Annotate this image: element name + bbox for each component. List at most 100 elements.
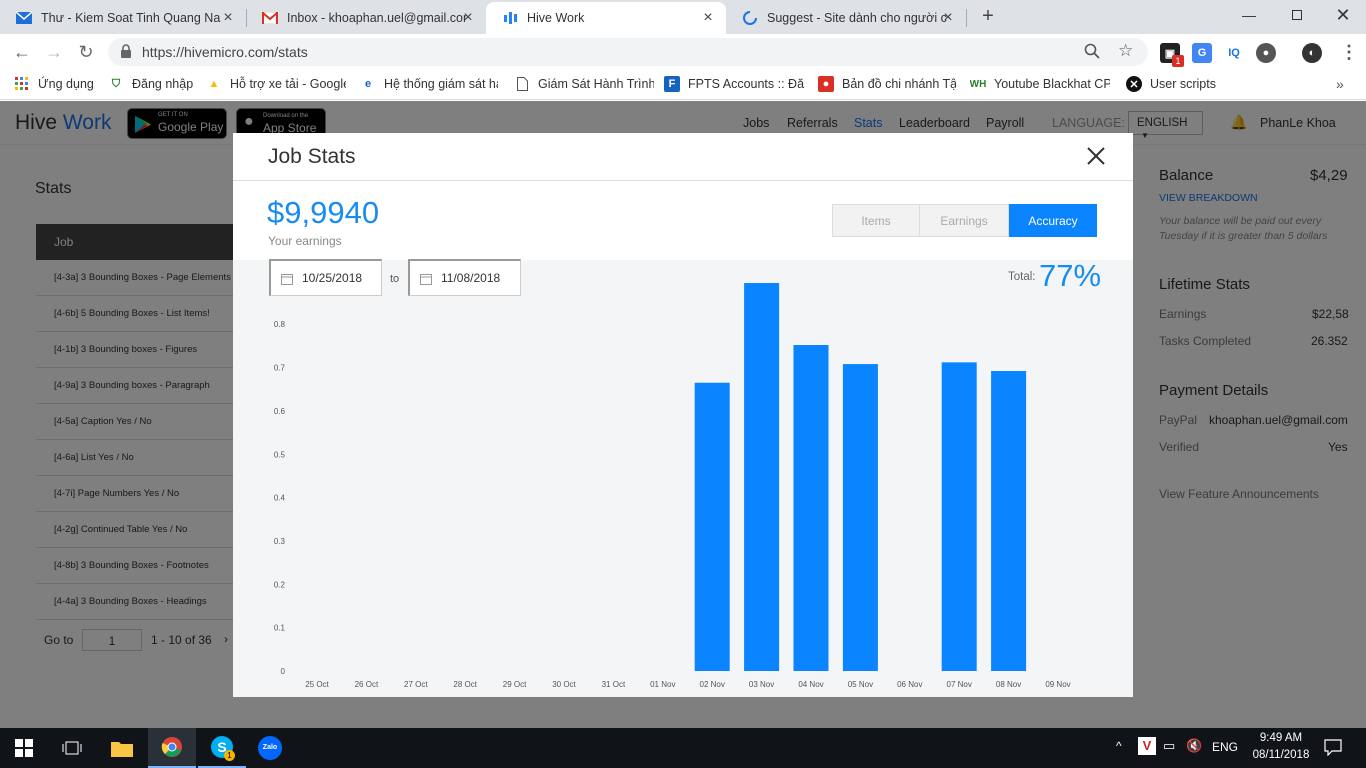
bookmark-label: User scripts [1150, 77, 1216, 91]
new-tab-button[interactable]: + [978, 6, 998, 26]
vivaldi-tray-icon[interactable]: V [1138, 737, 1156, 755]
modal-title: Job Stats [268, 145, 356, 168]
profile-avatar[interactable]: ◐ [1302, 43, 1322, 63]
close-tab-icon[interactable]: × [220, 10, 236, 26]
reload-button[interactable]: ↻ [74, 40, 98, 64]
bookmark-label: Ứng dụng [38, 77, 94, 91]
volume-muted-icon[interactable]: 🔇 [1186, 738, 1202, 754]
iq-extension-icon[interactable]: IQ [1224, 43, 1244, 63]
x-tick-label: 26 Oct [355, 680, 379, 689]
bookmark-he-thong[interactable]: e Hệ thống giám sát hà [360, 76, 498, 92]
gmail-icon [262, 10, 278, 26]
clock-time[interactable]: 9:49 AM [1251, 732, 1311, 744]
translate-icon[interactable]: G [1192, 43, 1212, 63]
start-button[interactable] [0, 728, 48, 768]
apps-grid-icon [14, 76, 30, 92]
minimize-button[interactable]: — [1226, 0, 1272, 30]
e-icon: e [364, 78, 372, 90]
task-view-icon[interactable] [50, 728, 94, 768]
bookmark-apps[interactable]: Ứng dụng [14, 76, 104, 92]
bookmark-label: Giám Sát Hành Trình [538, 77, 654, 91]
bookmark-label: Đăng nhập [132, 77, 194, 91]
x-tick-label: 29 Oct [503, 680, 527, 689]
zalo-icon[interactable]: Zalo [246, 728, 294, 768]
clock-date[interactable]: 08/11/2018 [1248, 749, 1314, 761]
x-tick-label: 08 Nov [996, 680, 1021, 689]
y-tick-label: 0.4 [274, 494, 286, 503]
y-tick-label: 0.8 [274, 320, 286, 329]
y-tick-label: 0.5 [274, 450, 286, 459]
close-window-button[interactable]: ✕ [1320, 0, 1366, 30]
bookmark-star-icon[interactable]: ☆ [1118, 41, 1133, 61]
x-tick-label: 25 Oct [305, 680, 329, 689]
tab-suggest[interactable]: Suggest - Site dành cho người chơi × [726, 2, 966, 34]
segment-earnings[interactable]: Earnings [920, 204, 1009, 237]
hive-icon [502, 10, 518, 26]
x-tick-label: 27 Oct [404, 680, 428, 689]
fpts-icon: F [664, 76, 680, 92]
input-language[interactable]: ENG [1212, 740, 1238, 754]
job-stats-modal: Job Stats $9,9940 Your earnings Items Ea… [233, 133, 1133, 697]
bookmark-fpts[interactable]: F FPTS Accounts :: Đăng [664, 76, 804, 92]
bookmark-user-scripts[interactable]: ✕ User scripts [1126, 76, 1236, 92]
bookmark-ban-do[interactable]: ● Bản đồ chi nhánh Tập [818, 76, 956, 92]
close-tab-icon[interactable]: × [700, 10, 716, 26]
mail-icon [16, 10, 32, 26]
wh-icon: WH [970, 78, 987, 90]
x-tick-label: 03 Nov [749, 680, 774, 689]
zoom-search-icon[interactable] [1084, 43, 1100, 64]
chart-bar[interactable] [694, 382, 730, 671]
accuracy-bar-chart: 0 0.1 0.2 0.3 0.4 0.5 0.6 0.7 0.8 25 Oct 26 Oct 27 … [274, 283, 1071, 689]
tab-title: Suggest - Site dành cho người chơi [767, 11, 947, 25]
chrome-taskbar-icon[interactable] [148, 728, 196, 768]
bookmark-youtube-blackhat[interactable]: WH Youtube Blackhat CPA [970, 76, 1110, 92]
back-button[interactable]: ← [10, 40, 34, 64]
menu-kebab-icon[interactable]: ⋮ [1340, 42, 1358, 63]
tray-chevron-up-icon[interactable]: ^ [1116, 739, 1122, 753]
address-bar[interactable]: https://hivemicro.com/stats ☆ [108, 38, 1148, 66]
x-tick-label: 04 Nov [798, 680, 823, 689]
windows-taskbar: S 1 Zalo ^ V ▭ 🔇 ENG 9:49 AM 08/11/2018 [0, 728, 1366, 768]
x-tick-label: 06 Nov [897, 680, 922, 689]
lock-icon [120, 44, 132, 63]
file-explorer-icon[interactable] [98, 728, 146, 768]
chart-bar[interactable] [842, 364, 878, 671]
url-text: https://hivemicro.com/stats [142, 44, 308, 60]
user-scripts-icon: ✕ [1126, 76, 1142, 92]
close-tab-icon[interactable]: × [460, 10, 476, 26]
bookmark-giam-sat[interactable]: Giám Sát Hành Trình [514, 76, 654, 92]
bookmark-label: Hệ thống giám sát hà [384, 77, 498, 91]
close-icon[interactable] [1087, 147, 1105, 170]
modal-divider [233, 180, 1133, 181]
loading-icon [742, 10, 758, 26]
skype-icon[interactable]: S [198, 728, 246, 768]
extension-circle-icon[interactable]: ● [1256, 43, 1276, 63]
bookmarks-overflow-icon[interactable]: » [1336, 76, 1344, 92]
network-icon[interactable]: ▭ [1163, 738, 1175, 754]
tab-inbox[interactable]: Inbox - khoaphan.uel@gmail.com × [246, 2, 486, 34]
close-tab-icon[interactable]: × [940, 10, 956, 26]
tab-title: Hive Work [527, 11, 585, 25]
tab-kiem-soat[interactable]: Thư - Kiem Soat Tinh Quang Nam × [0, 2, 246, 34]
skype-badge: 1 [224, 750, 235, 761]
x-tick-label: 05 Nov [848, 680, 873, 689]
forward-button[interactable]: → [42, 40, 66, 64]
tab-hive-work[interactable]: Hive Work × [486, 2, 726, 34]
segment-items[interactable]: Items [832, 204, 920, 237]
segment-accuracy[interactable]: Accuracy [1009, 204, 1097, 237]
bookmark-dang-nhap[interactable]: ⛉ Đăng nhập [108, 76, 198, 92]
page-icon [514, 76, 530, 92]
bookmark-label: Hỗ trợ xe tải - Google [230, 77, 346, 91]
action-center-icon[interactable] [1324, 738, 1342, 761]
chart-bar[interactable] [991, 371, 1027, 671]
x-tick-label: 01 Nov [650, 680, 675, 689]
map-pin-icon: ● [818, 76, 834, 92]
bookmark-ho-tro[interactable]: ▲ Hỗ trợ xe tải - Google [206, 76, 346, 92]
chart-bar[interactable] [941, 362, 977, 671]
chart-bar[interactable] [744, 283, 780, 671]
x-tick-label: 28 Oct [453, 680, 477, 689]
bookmark-label: Bản đồ chi nhánh Tập [842, 77, 956, 91]
drive-icon: ▲ [208, 78, 220, 90]
chart-bar[interactable] [793, 345, 829, 671]
maximize-button[interactable] [1274, 0, 1320, 30]
